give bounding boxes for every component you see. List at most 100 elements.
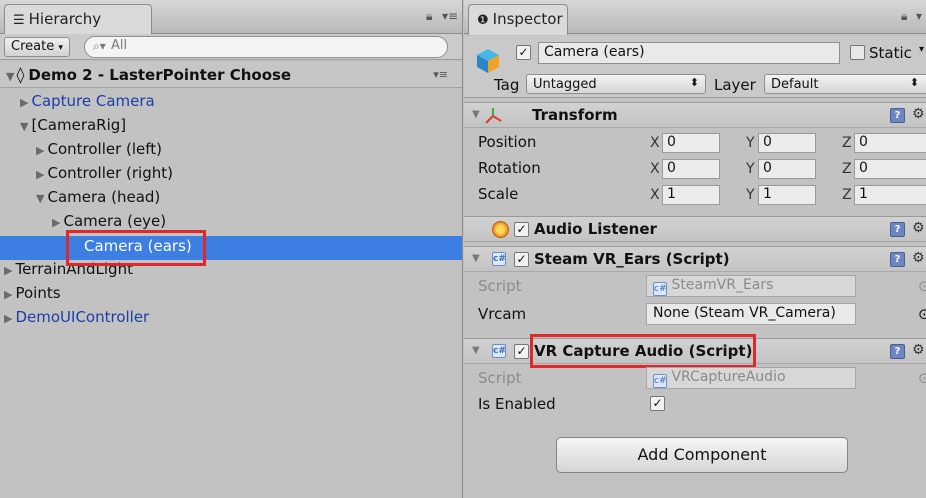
search-icon: ⌕▾ (93, 39, 106, 53)
dropdown-arrow-icon: ▾ (58, 43, 63, 53)
gear-icon[interactable]: ⚙ (912, 106, 925, 122)
static-dropdown-arrow-icon[interactable]: ▾ (919, 44, 924, 55)
csharp-script-icon: c# (653, 282, 667, 296)
expanded-arrow-icon[interactable]: ▼ (20, 120, 28, 133)
scale-x-field[interactable]: 1 (662, 185, 720, 205)
create-button[interactable]: Create ▾ (4, 37, 70, 57)
collapsed-arrow-icon[interactable]: ▶ (4, 288, 12, 301)
vr-capture-audio-enabled-checkbox[interactable]: ✓ (514, 344, 529, 359)
gear-icon[interactable]: ⚙ (912, 250, 925, 266)
vr-capture-audio-script-field: c# VRCaptureAudio (646, 367, 856, 389)
rotation-y-field[interactable]: 0 (758, 159, 816, 179)
hierarchy-item-camera-eye[interactable]: ▶ Camera (eye) (0, 212, 462, 236)
lock-icon[interactable]: 🔒︎ (426, 9, 432, 24)
layer-dropdown[interactable]: Default ⬍ (764, 74, 926, 94)
hierarchy-item-camera-head[interactable]: ▼ Camera (head) (0, 188, 462, 212)
steam-vr-ears-script-field: c# SteamVR_Ears (646, 275, 856, 297)
steam-vr-ears-enabled-checkbox[interactable]: ✓ (514, 252, 529, 267)
audio-listener-header[interactable]: ✓ Audio Listener ? ⚙ (464, 216, 926, 242)
help-icon[interactable]: ? (890, 108, 905, 123)
csharp-script-icon: c# (492, 344, 506, 358)
transform-axes-icon (485, 108, 502, 124)
position-x-field[interactable]: 0 (662, 133, 720, 153)
expand-arrow-icon[interactable]: ▼ (472, 345, 480, 356)
scene-menu-icon[interactable]: ▾≡ (433, 68, 448, 81)
gear-icon[interactable]: ⚙ (912, 220, 925, 236)
scale-y-field[interactable]: 1 (758, 185, 816, 205)
script-label: Script (478, 277, 522, 295)
tag-dropdown[interactable]: Untagged ⬍ (526, 74, 706, 94)
steam-vr-ears-title: Steam VR_Ears (Script) (534, 250, 730, 268)
hierarchy-tabbar: ☰ Hierarchy 🔒︎ ▾≡ (0, 0, 462, 35)
help-icon[interactable]: ? (890, 344, 905, 359)
hierarchy-item-camerarig[interactable]: ▼ [CameraRig] (0, 116, 462, 140)
axis-y-label: Y (746, 161, 755, 177)
collapsed-arrow-icon[interactable]: ▶ (4, 312, 12, 325)
position-z-field[interactable]: 0 (854, 133, 926, 153)
dropdown-arrows-icon: ⬍ (689, 76, 699, 89)
position-y-field[interactable]: 0 (758, 133, 816, 153)
hierarchy-item-terrain-and-light[interactable]: ▶ TerrainAndLight (0, 260, 462, 284)
rotation-z-field[interactable]: 0 (854, 159, 926, 179)
audio-listener-enabled-checkbox[interactable]: ✓ (514, 222, 529, 237)
hierarchy-item-points[interactable]: ▶ Points (0, 284, 462, 308)
hierarchy-item-capture-camera[interactable]: ▶ Capture Camera (0, 92, 462, 116)
axis-x-label: X (650, 161, 660, 177)
collapsed-arrow-icon[interactable]: ▶ (36, 144, 44, 157)
expanded-arrow-icon[interactable]: ▼ (36, 192, 44, 205)
static-checkbox[interactable] (850, 45, 865, 60)
help-icon[interactable]: ? (890, 222, 905, 237)
hierarchy-item-controller-right[interactable]: ▶ Controller (right) (0, 164, 462, 188)
steam-vr-ears-header[interactable]: ▼ c# ✓ Steam VR_Ears (Script) ? ⚙ (464, 246, 926, 272)
csharp-script-icon: c# (492, 252, 506, 266)
hierarchy-list-icon: ☰ (13, 13, 25, 28)
gear-icon[interactable]: ⚙ (912, 342, 925, 358)
scale-z-field[interactable]: 1 (854, 185, 926, 205)
axis-z-label: Z (842, 135, 852, 151)
object-picker-icon: ⊙ (918, 369, 926, 387)
vr-capture-audio-header[interactable]: ▼ c# ✓ VR Capture Audio (Script) ? ⚙ (464, 338, 926, 364)
hierarchy-item-controller-left[interactable]: ▶ Controller (left) (0, 140, 462, 164)
hierarchy-toolbar: Create ▾ ⌕▾ All (0, 34, 462, 60)
help-icon[interactable]: ? (890, 252, 905, 267)
collapsed-arrow-icon[interactable]: ▶ (20, 96, 28, 109)
transform-title: Transform (532, 106, 618, 124)
hierarchy-item-demo-ui-controller[interactable]: ▶ DemoUIController (0, 308, 462, 332)
hierarchy-search-input[interactable]: ⌕▾ All (84, 36, 448, 58)
dropdown-arrows-icon: ⬍ (909, 76, 919, 89)
scale-label: Scale (478, 185, 519, 203)
tab-menu-icon[interactable]: ▾ (916, 9, 922, 23)
is-enabled-label: Is Enabled (478, 395, 556, 413)
collapsed-arrow-icon[interactable]: ▶ (4, 264, 12, 277)
tab-menu-icon[interactable]: ▾≡ (442, 9, 458, 23)
object-picker-icon[interactable]: ⊙ (918, 305, 926, 323)
axis-z-label: Z (842, 187, 852, 203)
lock-icon[interactable]: 🔒︎ (901, 9, 907, 24)
hierarchy-tab[interactable]: ☰ Hierarchy (4, 4, 152, 35)
object-name-field[interactable]: Camera (ears) (538, 42, 840, 64)
audio-listener-title: Audio Listener (534, 220, 657, 238)
rotation-label: Rotation (478, 159, 541, 177)
axis-y-label: Y (746, 187, 755, 203)
expand-arrow-icon[interactable]: ▼ (6, 70, 14, 83)
is-enabled-checkbox[interactable]: ✓ (650, 396, 665, 411)
axis-z-label: Z (842, 161, 852, 177)
collapsed-arrow-icon[interactable]: ▶ (52, 216, 60, 229)
transform-header[interactable]: ▼ Transform ? ⚙ (464, 102, 926, 128)
scene-header[interactable]: ▼ ◊ Demo 2 - LasterPointer Choose ▾≡ (0, 62, 462, 88)
layer-label: Layer (714, 76, 756, 94)
vr-capture-audio-title: VR Capture Audio (Script) (534, 342, 753, 360)
inspector-tab[interactable]: ❶ Inspector (468, 4, 568, 35)
vrcam-field[interactable]: None (Steam VR_Camera) (646, 303, 856, 325)
expand-arrow-icon[interactable]: ▼ (472, 253, 480, 264)
rotation-x-field[interactable]: 0 (662, 159, 720, 179)
active-checkbox[interactable]: ✓ (516, 45, 531, 60)
info-icon: ❶ (477, 13, 489, 28)
position-label: Position (478, 133, 537, 151)
script-label: Script (478, 369, 522, 387)
add-component-button[interactable]: Add Component (556, 437, 848, 473)
collapsed-arrow-icon[interactable]: ▶ (36, 168, 44, 181)
hierarchy-item-camera-ears[interactable]: Camera (ears) (0, 236, 462, 260)
expand-arrow-icon[interactable]: ▼ (472, 109, 480, 120)
static-label: Static (869, 44, 912, 62)
